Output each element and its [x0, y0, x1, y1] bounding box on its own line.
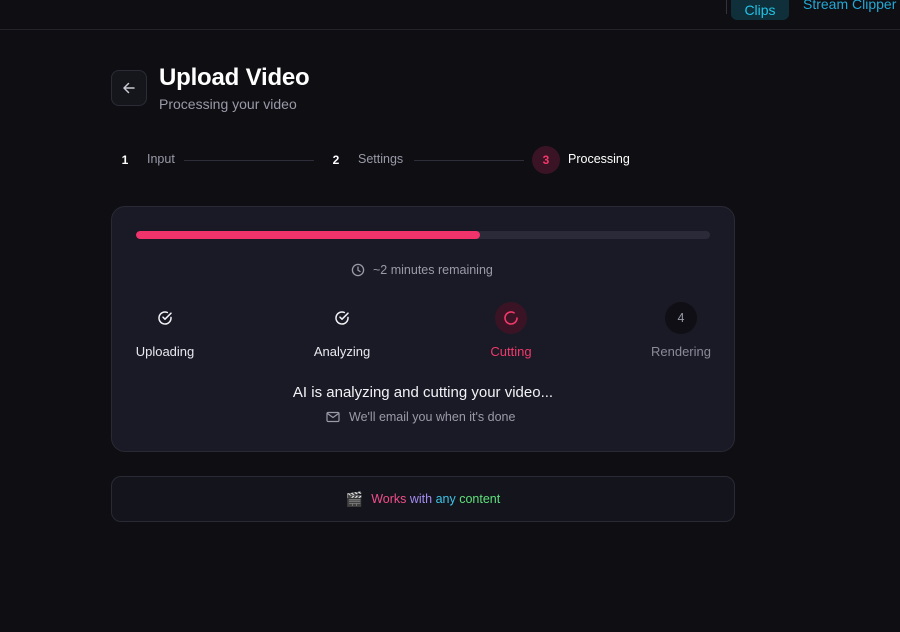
- phase-uploading-label: Uploading: [135, 344, 195, 359]
- step-1-number: 1: [121, 153, 129, 167]
- tab-clips[interactable]: Clips: [731, 0, 789, 20]
- step-3-number: 3: [532, 146, 560, 174]
- phase-uploading: Uploading: [115, 302, 215, 359]
- clapper-board-icon: 🎬: [345, 490, 364, 507]
- spinner-icon: [504, 311, 518, 325]
- content-info-banner: 🎬 Works with any content: [111, 476, 735, 522]
- phase-cutting-label: Cutting: [490, 344, 532, 359]
- banner-word-3: any: [435, 492, 456, 506]
- banner-word-2: with: [409, 492, 433, 506]
- phase-uploading-icon-wrap: [149, 302, 181, 334]
- phase-cutting-icon-wrap: [495, 302, 527, 334]
- phase-analyzing-label: Analyzing: [313, 344, 371, 359]
- arrow-left-icon: [123, 82, 135, 94]
- step-2-number: 2: [332, 153, 340, 167]
- time-remaining: ~2 minutes remaining: [351, 262, 493, 278]
- page-title: Upload Video: [159, 64, 310, 91]
- phase-rendering: 4 Rendering: [631, 302, 731, 359]
- banner-text: Works with any content: [371, 492, 500, 506]
- banner-word-1: Works: [371, 492, 407, 506]
- clock-icon: [351, 263, 365, 277]
- time-remaining-text: ~2 minutes remaining: [373, 263, 493, 277]
- page-subtitle: Processing your video: [159, 96, 297, 112]
- progress-bar: [136, 231, 710, 239]
- nav-divider: [726, 0, 727, 14]
- step-1-label: Input: [147, 152, 175, 166]
- progress-bar-fill: [136, 231, 481, 239]
- email-notice: We'll email you when it's done: [326, 410, 515, 424]
- check-circle-icon: [335, 311, 349, 325]
- step-3-label: Processing: [568, 152, 630, 166]
- top-nav-bar: Clips Stream Clipper: [0, 0, 900, 30]
- phase-analyzing-icon-wrap: [326, 302, 358, 334]
- back-button[interactable]: [111, 70, 147, 106]
- phase-analyzing: Analyzing: [292, 302, 392, 359]
- tab-stream-clipper[interactable]: Stream Clipper: [803, 0, 896, 12]
- status-message: AI is analyzing and cutting your video..…: [292, 384, 554, 401]
- phase-rendering-label: Rendering: [651, 344, 711, 359]
- email-notice-text: We'll email you when it's done: [349, 410, 516, 424]
- mail-icon: [326, 411, 340, 423]
- phase-cutting: Cutting: [461, 302, 561, 359]
- check-circle-icon: [158, 311, 172, 325]
- step-2-label: Settings: [358, 152, 404, 166]
- step-connector-2: [414, 160, 524, 161]
- step-connector-1: [184, 160, 314, 161]
- phase-rendering-number: 4: [665, 302, 697, 334]
- tab-clips-label: Clips: [744, 2, 776, 18]
- banner-word-4: content: [459, 492, 501, 506]
